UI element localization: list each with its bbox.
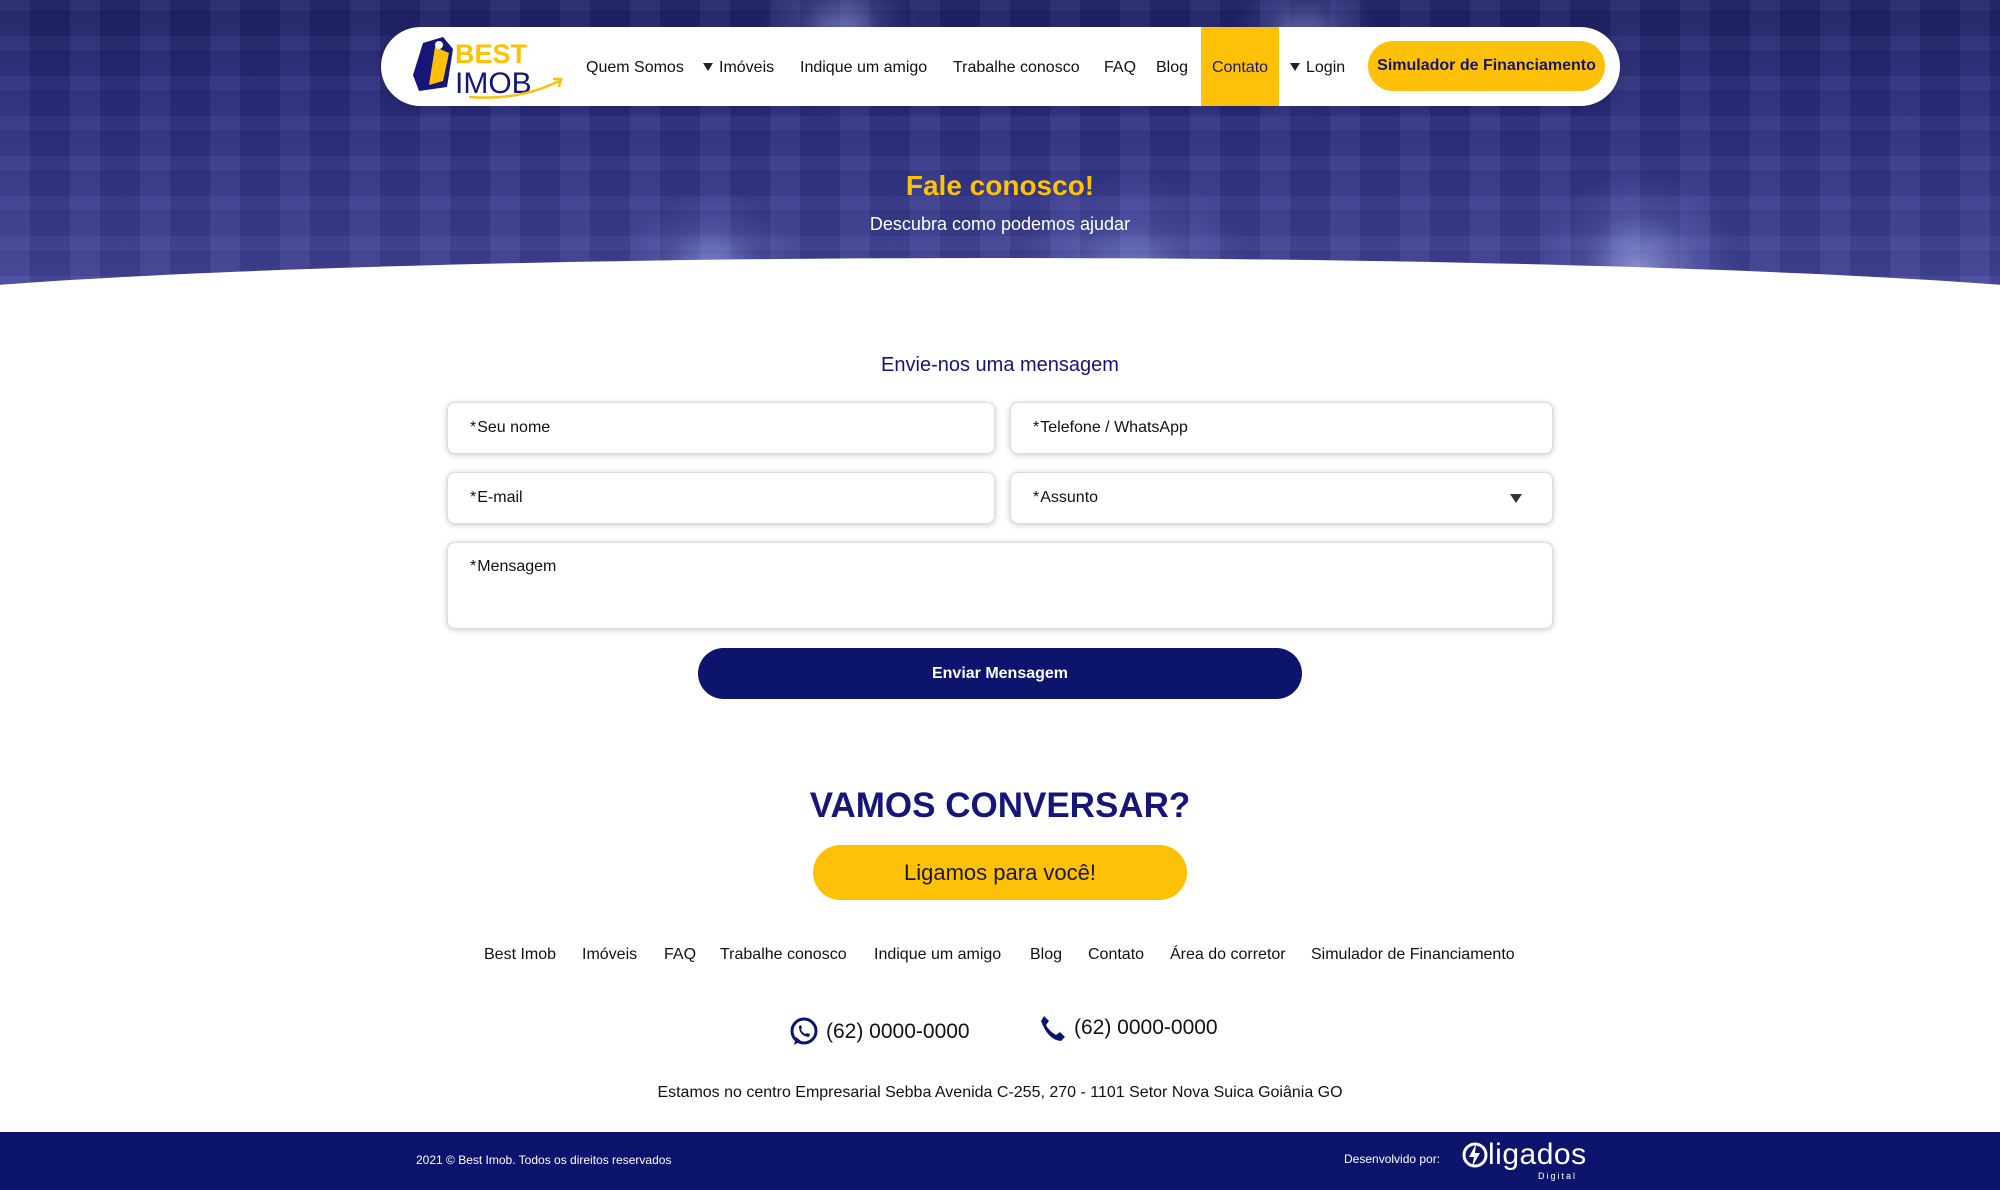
simulador-button[interactable]: Simulador de Financiamento: [1368, 41, 1605, 91]
message-placeholder: Mensagem: [477, 558, 557, 575]
name-placeholder: Seu nome: [477, 419, 551, 436]
form-title: Envie-nos uma mensagem: [881, 354, 1119, 376]
whatsapp-contact[interactable]: (62) 0000-0000: [788, 1016, 970, 1048]
email-input[interactable]: * E-mail: [447, 472, 995, 524]
cta-title: VAMOS CONVERSAR?: [809, 786, 1191, 825]
nav-indique-amigo[interactable]: Indique um amigo: [800, 27, 927, 106]
footer-link-blog[interactable]: Blog: [1030, 946, 1062, 964]
chevron-down-icon: [1510, 494, 1522, 503]
caret-down-icon: [703, 63, 713, 71]
caret-down-icon: [1290, 63, 1300, 71]
message-textarea[interactable]: * Mensagem: [447, 542, 1553, 629]
required-marker: *: [470, 489, 477, 506]
footer-link-faq[interactable]: FAQ: [664, 946, 696, 964]
nav-quem-somos[interactable]: Quem Somos: [586, 27, 684, 106]
navbar: BEST IMOB Quem Somos Imóveis Indique um …: [381, 27, 1620, 106]
phone-placeholder: Telefone / WhatsApp: [1040, 419, 1188, 436]
footer-link-area-corretor[interactable]: Área do corretor: [1170, 946, 1286, 964]
footer-link-simulador[interactable]: Simulador de Financiamento: [1311, 946, 1515, 964]
nav-contato[interactable]: Contato: [1201, 27, 1280, 106]
name-input[interactable]: * Seu nome: [447, 402, 995, 454]
nav-trabalhe-conosco[interactable]: Trabalhe conosco: [953, 27, 1080, 106]
required-marker: *: [1033, 419, 1040, 436]
whatsapp-number: (62) 0000-0000: [826, 1020, 970, 1043]
footer-link-imoveis[interactable]: Imóveis: [582, 946, 637, 964]
footer-link-indique-amigo[interactable]: Indique um amigo: [874, 946, 1001, 964]
phone-input[interactable]: * Telefone / WhatsApp: [1010, 402, 1553, 454]
footer-link-contato[interactable]: Contato: [1088, 946, 1144, 964]
address: Estamos no centro Empresarial Sebba Aven…: [657, 1084, 1343, 1101]
hero-title: Fale conosco!: [905, 170, 1095, 201]
hero-subtitle: Descubra como podemos ajudar: [869, 214, 1131, 234]
bottom-bar: 2021 © Best Imob. Todos os direitos rese…: [0, 1132, 2000, 1190]
send-message-button[interactable]: Enviar Mensagem: [698, 648, 1302, 699]
best-imob-logo[interactable]: BEST IMOB: [409, 35, 569, 101]
hero-curve: [0, 258, 2000, 330]
ligados-digital-logo[interactable]: ligados Digital: [1462, 1138, 1587, 1181]
required-marker: *: [470, 558, 477, 575]
call-me-button[interactable]: Ligamos para você!: [813, 845, 1187, 900]
subject-placeholder: Assunto: [1040, 489, 1099, 506]
phone-number: (62) 0000-0000: [1074, 1016, 1218, 1039]
email-placeholder: E-mail: [477, 489, 523, 506]
ligados-wordmark: ligados: [1488, 1138, 1587, 1171]
required-marker: *: [470, 419, 477, 436]
phone-contact[interactable]: (62) 0000-0000: [1038, 1013, 1218, 1043]
svg-text:BEST: BEST: [455, 39, 528, 69]
ligados-subtitle: Digital: [1538, 1171, 1578, 1181]
copyright: 2021 © Best Imob. Todos os direitos rese…: [416, 1153, 672, 1167]
nav-faq[interactable]: FAQ: [1104, 27, 1136, 106]
phone-icon: [1041, 1016, 1065, 1041]
footer-link-best-imob[interactable]: Best Imob: [484, 946, 556, 964]
lightning-icon: [1462, 1142, 1488, 1168]
nav-imoveis-label: Imóveis: [719, 59, 775, 76]
subject-select[interactable]: * Assunto: [1010, 472, 1553, 524]
required-marker: *: [1033, 489, 1040, 506]
developed-by-label: Desenvolvido por:: [1344, 1152, 1441, 1166]
whatsapp-icon: [790, 1017, 818, 1045]
logo-tag-icon: [413, 37, 453, 91]
nav-imoveis[interactable]: Imóveis: [703, 27, 774, 106]
nav-blog[interactable]: Blog: [1156, 27, 1188, 106]
nav-login[interactable]: Login: [1290, 27, 1345, 106]
nav-login-label: Login: [1306, 59, 1346, 76]
footer-link-trabalhe-conosco[interactable]: Trabalhe conosco: [720, 946, 847, 964]
